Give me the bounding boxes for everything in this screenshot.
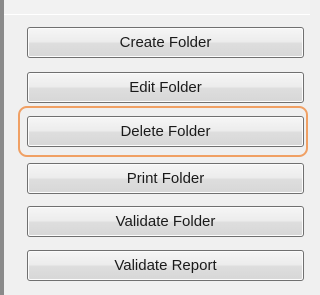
validate-folder-button-label: Validate Folder	[115, 213, 216, 230]
create-folder-button[interactable]: Create Folder	[27, 27, 304, 58]
panel-top-edge	[4, 0, 310, 15]
validate-folder-button[interactable]: Validate Folder	[27, 206, 304, 237]
create-folder-button-label: Create Folder	[119, 34, 212, 51]
validate-report-button[interactable]: Validate Report	[27, 250, 304, 281]
folder-actions-panel: Create Folder Edit Folder Delete Folder …	[4, 0, 310, 295]
print-folder-button[interactable]: Print Folder	[27, 163, 304, 194]
validate-report-button-label: Validate Report	[114, 257, 217, 274]
print-folder-button-label: Print Folder	[126, 170, 205, 187]
edit-folder-button-label: Edit Folder	[129, 79, 202, 96]
delete-folder-button[interactable]: Delete Folder	[27, 116, 304, 147]
delete-folder-button-label: Delete Folder	[120, 123, 211, 140]
edit-folder-button[interactable]: Edit Folder	[27, 72, 304, 103]
